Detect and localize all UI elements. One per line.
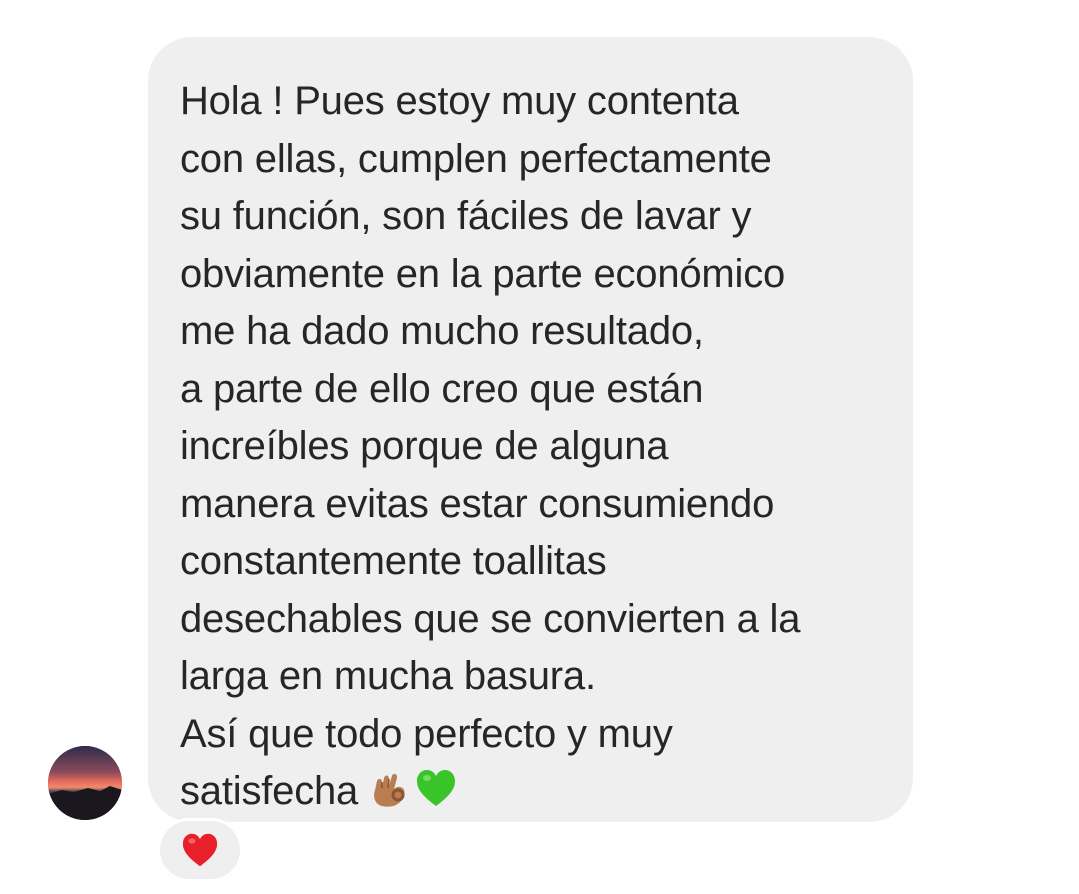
message-line: su función, son fáciles de lavar y xyxy=(180,194,752,238)
ok-hand-emoji-icon xyxy=(374,773,405,807)
message-line: me ha dado mucho resultado, xyxy=(180,309,704,353)
message-line: desechables que se convierten a la xyxy=(180,596,801,641)
sender-avatar[interactable] xyxy=(48,746,122,820)
message-line-last: satisfecha xyxy=(180,763,893,821)
red-heart-icon xyxy=(182,833,218,867)
message-line: con ellas, cumplen perfectamente xyxy=(180,136,772,181)
trailing-emojis xyxy=(368,766,458,810)
message-bubble[interactable]: Hola ! Pues estoy muy contenta con ellas… xyxy=(148,37,913,822)
message-line: a parte de ello creo que están xyxy=(180,366,704,411)
message-line: constantemente toallitas xyxy=(180,539,607,583)
message-line: larga en mucha basura. xyxy=(180,654,596,698)
message-line: Hola ! Pues estoy muy contenta xyxy=(180,79,739,123)
message-line: manera evitas estar consumiendo xyxy=(180,481,775,526)
avatar-image xyxy=(48,746,122,820)
message-line: increíbles porque de alguna xyxy=(180,424,669,468)
reaction-badge[interactable] xyxy=(157,818,243,882)
message-line: obviamente en la parte económico xyxy=(180,251,786,296)
green-heart-emoji-icon xyxy=(417,770,456,806)
message-last-text: satisfecha xyxy=(180,769,359,813)
message-line: Así que todo perfecto y muy xyxy=(180,711,673,756)
